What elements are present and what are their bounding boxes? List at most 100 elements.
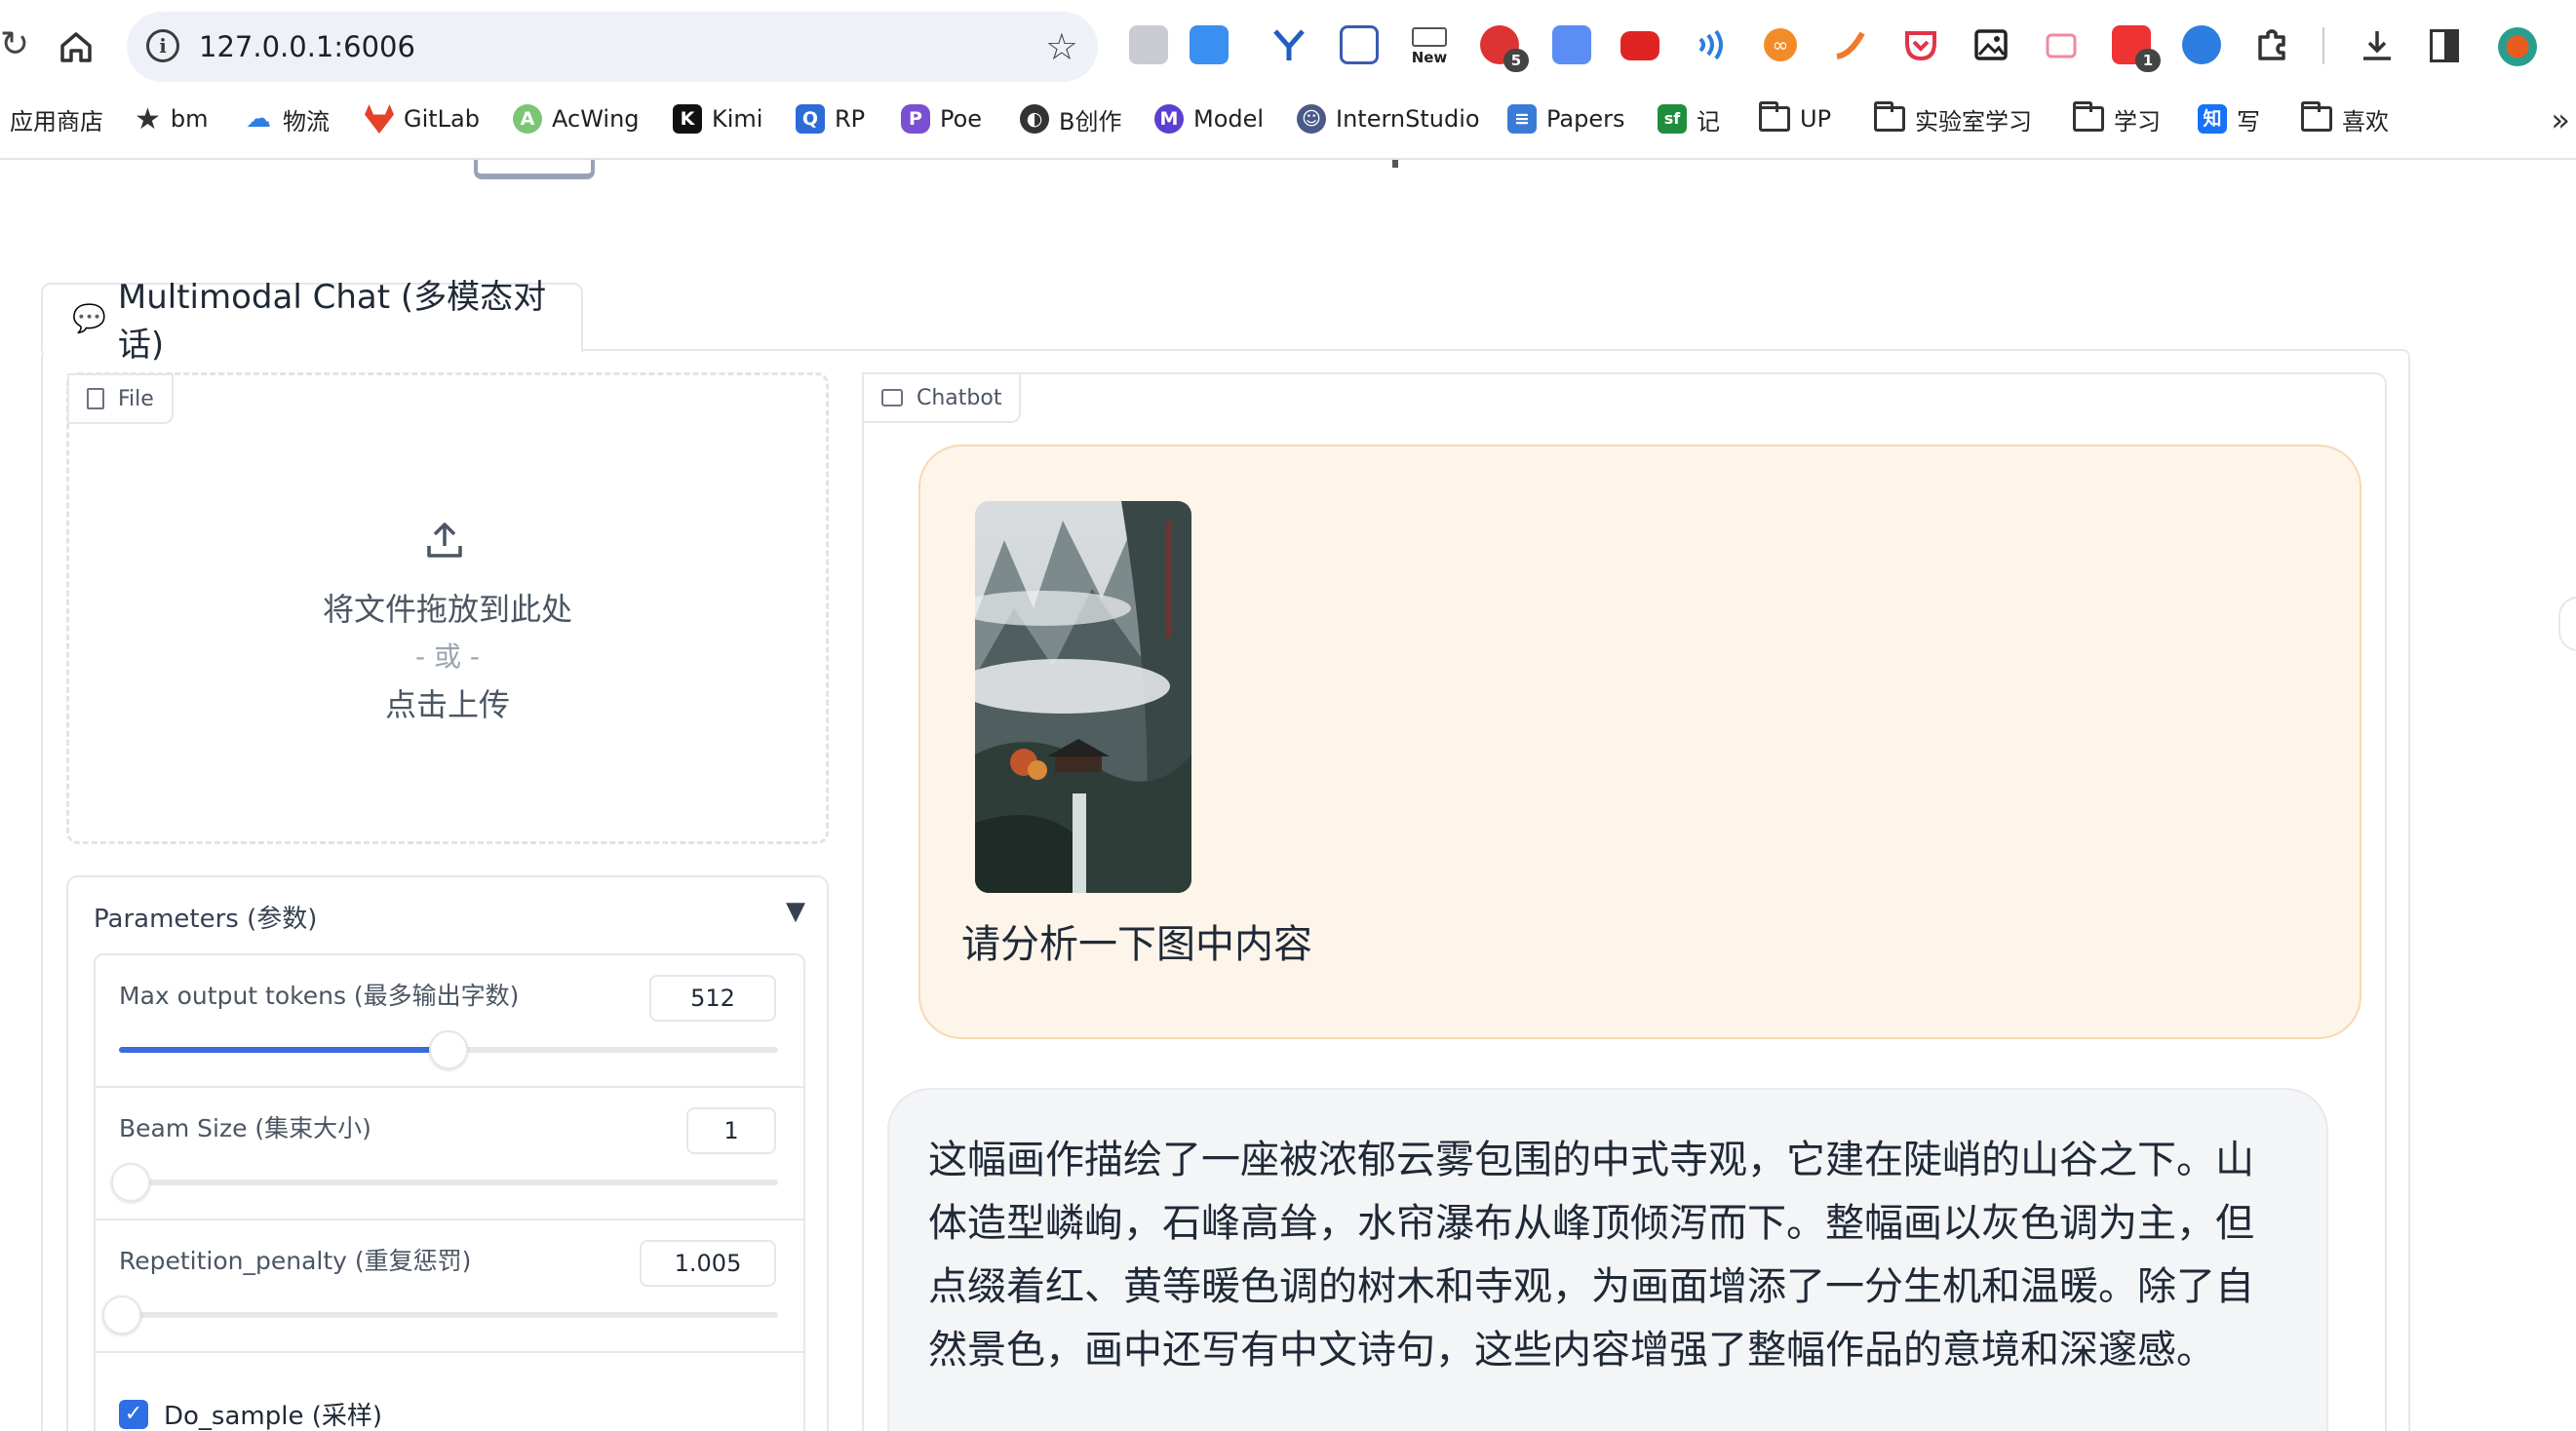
max-tokens-slider-fill <box>119 1047 449 1053</box>
beam-size-slider[interactable] <box>111 1163 778 1202</box>
file-icon <box>87 388 104 409</box>
svg-text:∞: ∞ <box>1773 33 1789 57</box>
url-text[interactable]: 127.0.0.1:6006 <box>199 29 415 64</box>
bookmark-study[interactable]: 学习 <box>2073 97 2161 140</box>
poe-icon: P <box>901 104 930 134</box>
repetition-penalty-input[interactable]: 1.005 <box>640 1240 776 1287</box>
do-sample-row[interactable]: ✓ Do_sample (采样) <box>119 1396 382 1431</box>
extension-blue-circle-icon[interactable] <box>2182 25 2221 64</box>
tab-label: Multimodal Chat (多模态对话) <box>117 278 547 365</box>
extension-window-icon[interactable] <box>1340 25 1379 64</box>
folder-icon <box>2301 101 2332 132</box>
bookmark-kimi[interactable]: K Kimi <box>673 97 762 140</box>
extension-wave-icon[interactable] <box>1691 25 1730 64</box>
speech-bubble-icon: 💬 <box>72 301 106 334</box>
site-info-icon[interactable]: i <box>146 29 179 62</box>
bookmark-bm[interactable]: ★ bm <box>135 97 209 140</box>
bookmark-ji[interactable]: sf 记 <box>1658 97 1720 140</box>
bookmark-label: Model <box>1193 105 1265 133</box>
bookmark-write[interactable]: 知 写 <box>2198 97 2260 140</box>
bookmark-papers[interactable]: ≡ Papers <box>1507 97 1624 140</box>
bookmark-gitlab[interactable]: GitLab <box>365 97 480 140</box>
extension-folder-icon[interactable] <box>1190 25 1229 64</box>
extension-adblock-icon[interactable]: 5 <box>1480 25 1529 72</box>
bookmark-bchuangzuo[interactable]: ◐ B创作 <box>1020 97 1121 140</box>
kimi-icon: K <box>673 104 702 134</box>
repetition-penalty-row: Repetition_penalty (重复惩罚) 1.005 <box>96 1220 803 1353</box>
bot-message: 这幅画作描绘了一座被浓郁云雾包围的中式寺观，它建在陡峭的山谷之下。山体造型嶙峋，… <box>887 1088 2328 1431</box>
extension-search-icon[interactable] <box>1129 25 1168 64</box>
parameters-title[interactable]: Parameters (参数) <box>94 899 317 935</box>
extension-translate-icon[interactable] <box>1552 25 1591 64</box>
click-upload-text[interactable]: 点击上传 <box>66 680 829 725</box>
browser-toolbar: ↻ i 127.0.0.1:6006 ☆ New 5 ∞ 1 <box>0 0 2576 94</box>
profile-avatar[interactable] <box>2498 27 2537 66</box>
bookmark-label: 喜欢 <box>2342 107 2389 135</box>
bookmark-star-icon[interactable]: ☆ <box>1045 25 1078 68</box>
user-message-text: 请分析一下图中内容 <box>961 922 1312 967</box>
beam-size-row: Beam Size (集束大小) 1 <box>96 1088 803 1220</box>
bookmark-poe[interactable]: P Poe <box>901 97 982 140</box>
bookmark-lab-study[interactable]: 实验室学习 <box>1874 97 2032 140</box>
drop-file-text[interactable]: 将文件拖放到此处 <box>66 585 829 630</box>
bookmark-model[interactable]: M Model <box>1154 97 1264 140</box>
file-block-label: File <box>67 373 174 424</box>
landscape-painting-image[interactable] <box>975 501 1191 893</box>
extension-swoosh-icon[interactable] <box>1831 25 1870 64</box>
reload-icon[interactable]: ↻ <box>0 25 29 64</box>
address-bar[interactable]: i 127.0.0.1:6006 ☆ <box>127 12 1098 82</box>
bookmark-wuliu[interactable]: ☁ 物流 <box>244 97 330 140</box>
extension-y-icon[interactable] <box>1269 25 1308 64</box>
header-title-fragment <box>1392 160 1398 168</box>
bookmark-label: 应用商店 <box>10 107 103 135</box>
bookmark-label: GitLab <box>404 105 480 133</box>
bookmark-label: Poe <box>940 105 983 133</box>
extension-new-icon[interactable]: New <box>1410 25 1449 66</box>
collapse-triangle-icon[interactable]: ▼ <box>786 897 805 926</box>
max-tokens-slider-thumb[interactable] <box>429 1030 468 1069</box>
download-icon[interactable] <box>2358 25 2397 64</box>
cloud-icon: ☁ <box>246 104 271 134</box>
beam-size-input[interactable]: 1 <box>686 1107 776 1154</box>
bookmark-label: 写 <box>2237 107 2260 135</box>
upload-icon[interactable] <box>421 517 468 563</box>
extension-youtube-icon[interactable] <box>1620 31 1659 60</box>
beam-size-label: Beam Size (集束大小) <box>119 1114 371 1142</box>
bookmark-rp[interactable]: Q RP <box>796 97 865 140</box>
parameters-accordion: Parameters (参数) ▼ Max output tokens (最多输… <box>66 875 829 1431</box>
pocket-icon[interactable] <box>1901 25 1940 64</box>
bookmark-up[interactable]: UP <box>1759 97 1831 140</box>
extension-tv-icon[interactable] <box>2042 25 2081 64</box>
bookmark-label: RP <box>835 105 866 133</box>
do-sample-checkbox[interactable]: ✓ <box>119 1399 148 1429</box>
bookmark-label: 物流 <box>283 107 330 135</box>
file-label: File <box>118 386 154 411</box>
bookmark-label: B创作 <box>1059 107 1122 135</box>
side-panel-icon[interactable] <box>2430 29 2459 62</box>
bookmark-favorites[interactable]: 喜欢 <box>2301 97 2389 140</box>
max-tokens-input[interactable]: 512 <box>649 975 776 1022</box>
bookmark-acwing[interactable]: A AcWing <box>513 97 640 140</box>
toolbar-divider <box>0 158 2576 160</box>
bookmark-apps[interactable]: 应用商店 <box>10 97 103 140</box>
bookmark-label: 记 <box>1697 107 1720 135</box>
max-tokens-slider[interactable] <box>119 1030 778 1069</box>
image-icon[interactable] <box>1971 25 2010 64</box>
tab-multimodal-chat[interactable]: 💬 Multimodal Chat (多模态对话) <box>41 278 583 365</box>
sf-icon: sf <box>1658 104 1687 134</box>
bookmark-internstudio[interactable]: ☺ InternStudio <box>1297 97 1480 140</box>
bookmark-label: 实验室学习 <box>1915 107 2032 135</box>
bookmarks-more-icon[interactable]: » <box>2551 101 2570 138</box>
zhihu-icon: 知 <box>2198 104 2227 134</box>
repetition-penalty-slider-thumb[interactable] <box>102 1296 142 1334</box>
user-message: 请分析一下图中内容 <box>918 445 2361 1039</box>
papers-icon: ≡ <box>1507 104 1537 134</box>
extension-infinity-icon[interactable]: ∞ <box>1761 25 1800 64</box>
home-icon[interactable] <box>55 25 98 68</box>
folder-icon <box>2073 101 2104 132</box>
repetition-penalty-slider[interactable] <box>102 1296 778 1334</box>
extension-red-icon[interactable]: 1 <box>2112 25 2161 72</box>
extensions-puzzle-icon[interactable] <box>2252 25 2291 64</box>
scroll-edge-handle[interactable] <box>2558 597 2576 651</box>
beam-size-slider-thumb[interactable] <box>111 1163 150 1202</box>
